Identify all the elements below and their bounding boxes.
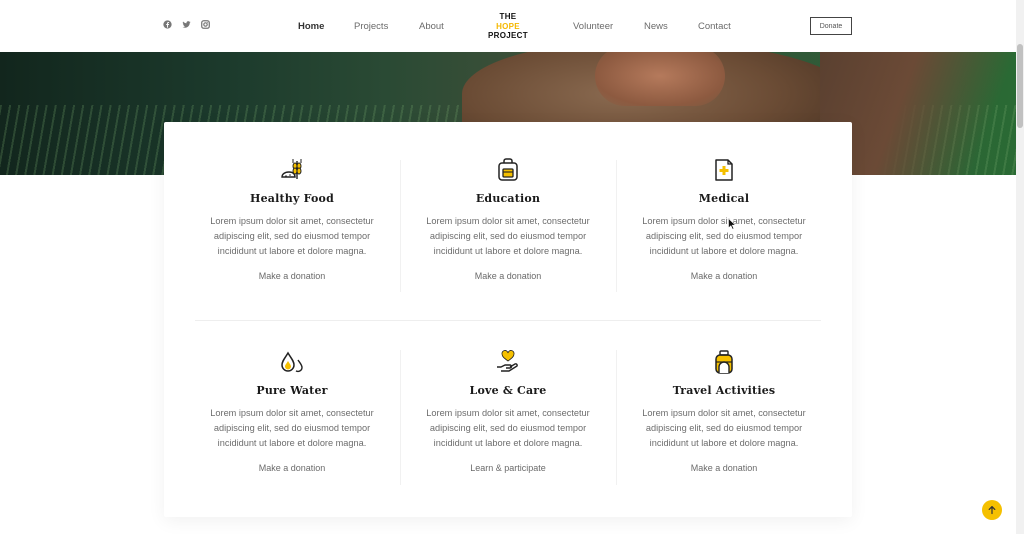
logo-line-3: PROJECT: [488, 31, 528, 40]
page-scrollbar[interactable]: [1016, 0, 1024, 534]
nav-news[interactable]: News: [644, 21, 668, 32]
feature-healthy-food: Healthy Food Lorem ipsum dolor sit amet,…: [184, 157, 400, 284]
scrollbar-thumb[interactable]: [1017, 44, 1023, 128]
make-donation-link[interactable]: Make a donation: [259, 271, 326, 281]
feature-travel-activities: Travel Activities Lorem ipsum dolor sit …: [616, 349, 832, 476]
feature-medical: Medical Lorem ipsum dolor sit amet, cons…: [616, 157, 832, 284]
arrow-up-icon: [988, 506, 996, 515]
learn-participate-link[interactable]: Learn & participate: [470, 463, 546, 473]
feature-description: Lorem ipsum dolor sit amet, consectetur …: [642, 216, 806, 256]
feature-title: Pure Water: [256, 384, 328, 397]
feature-title: Love & Care: [469, 384, 547, 397]
travel-backpack-icon: [715, 350, 733, 374]
water-drops-icon: [281, 351, 303, 373]
row-divider: [195, 320, 821, 321]
backpack-icon: [498, 158, 518, 181]
feature-description: Lorem ipsum dolor sit amet, consectetur …: [426, 216, 590, 256]
site-logo[interactable]: THE HOPE PROJECT: [483, 12, 533, 41]
feature-pure-water: Pure Water Lorem ipsum dolor sit amet, c…: [184, 349, 400, 476]
logo-line-1: THE: [499, 12, 517, 21]
instagram-icon[interactable]: [201, 20, 210, 29]
make-donation-link[interactable]: Make a donation: [691, 271, 758, 281]
feature-title: Education: [475, 192, 541, 205]
facebook-icon[interactable]: [163, 20, 172, 29]
back-to-top-button[interactable]: [982, 500, 1002, 520]
nav-projects[interactable]: Projects: [354, 21, 388, 32]
feature-love-care: Love & Care Lorem ipsum dolor sit amet, …: [400, 349, 616, 476]
make-donation-link[interactable]: Make a donation: [691, 463, 758, 473]
make-donation-link[interactable]: Make a donation: [475, 271, 542, 281]
features-card: Healthy Food Lorem ipsum dolor sit amet,…: [164, 122, 852, 517]
feature-title: Travel Activities: [672, 384, 776, 397]
medical-document-icon: [715, 159, 733, 181]
mouse-cursor-icon: [728, 218, 736, 230]
make-donation-link[interactable]: Make a donation: [259, 463, 326, 473]
nav-about[interactable]: About: [419, 21, 444, 32]
feature-description: Lorem ipsum dolor sit amet, consectetur …: [210, 408, 374, 448]
donate-button[interactable]: Donate: [810, 17, 852, 35]
nav-contact[interactable]: Contact: [698, 21, 731, 32]
feature-description: Lorem ipsum dolor sit amet, consectetur …: [210, 216, 374, 256]
feature-description: Lorem ipsum dolor sit amet, consectetur …: [426, 408, 590, 448]
feature-title: Medical: [698, 192, 750, 205]
social-links: [163, 20, 210, 29]
feature-education: Education Lorem ipsum dolor sit amet, co…: [400, 157, 616, 284]
wheat-bread-icon: [281, 159, 302, 179]
logo-line-2: HOPE: [496, 21, 520, 31]
nav-volunteer[interactable]: Volunteer: [573, 21, 613, 32]
twitter-icon[interactable]: [182, 20, 191, 29]
feature-title: Healthy Food: [250, 192, 334, 205]
site-header: Home Projects About THE HOPE PROJECT Vol…: [0, 0, 1016, 52]
feature-description: Lorem ipsum dolor sit amet, consectetur …: [642, 408, 806, 448]
heart-hand-icon: [497, 350, 518, 372]
nav-home[interactable]: Home: [298, 21, 324, 32]
